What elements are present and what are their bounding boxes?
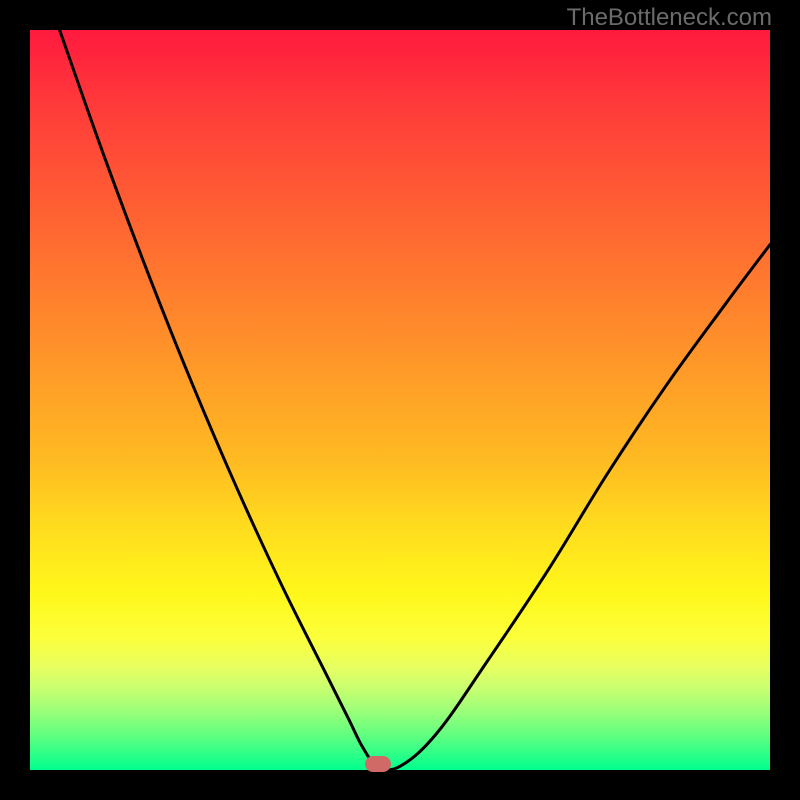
watermark-text: TheBottleneck.com <box>567 4 772 32</box>
minimum-marker <box>365 756 391 772</box>
plot-area <box>30 30 770 770</box>
chart-frame: TheBottleneck.com <box>0 0 800 800</box>
bottleneck-curve <box>30 30 770 770</box>
